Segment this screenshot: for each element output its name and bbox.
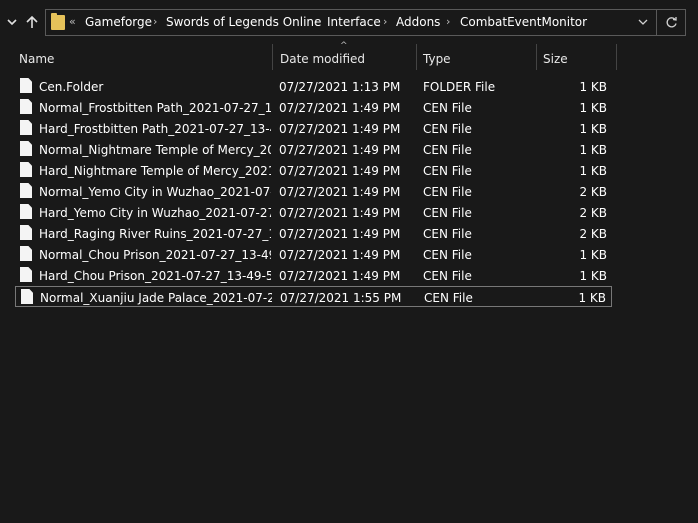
file-date-modified: 07/27/2021 1:55 PM: [280, 291, 402, 305]
file-date-modified: 07/27/2021 1:49 PM: [279, 269, 401, 283]
breadcrumb-separator[interactable]: ›: [383, 15, 387, 28]
file-type: CEN File: [423, 164, 472, 178]
file-name: Normal_Xuanjiu Jade Palace_2021-07-27_..…: [40, 291, 272, 305]
recent-locations-chevron-icon[interactable]: [2, 10, 22, 34]
address-bar[interactable]: « Gameforge › Swords of Legends Online ›…: [45, 9, 686, 36]
file-icon: [20, 141, 32, 156]
address-history-chevron-icon[interactable]: [635, 14, 651, 30]
file-size: 1 KB: [579, 164, 607, 178]
sort-ascending-icon: ^: [340, 41, 348, 51]
file-row[interactable]: Hard_Frostbitten Path_2021-07-27_13-49-.…: [15, 118, 612, 139]
file-row[interactable]: Hard_Nightmare Temple of Mercy_2021-... 0…: [15, 160, 612, 181]
file-type: CEN File: [423, 248, 472, 262]
file-size: 2 KB: [579, 227, 607, 241]
file-date-modified: 07/27/2021 1:49 PM: [279, 227, 401, 241]
file-date-modified: 07/27/2021 1:49 PM: [279, 143, 401, 157]
file-name: Hard_Chou Prison_2021-07-27_13-49-54....: [39, 269, 271, 283]
file-icon: [20, 183, 32, 198]
file-name: Hard_Frostbitten Path_2021-07-27_13-49-.…: [39, 122, 271, 136]
file-type: CEN File: [423, 101, 472, 115]
file-name: Normal_Chou Prison_2021-07-27_13-49-...: [39, 248, 271, 262]
file-size: 2 KB: [579, 206, 607, 220]
file-icon: [20, 99, 32, 114]
file-type: FOLDER File: [423, 80, 496, 94]
file-icon: [20, 78, 32, 93]
file-date-modified: 07/27/2021 1:49 PM: [279, 206, 401, 220]
column-divider[interactable]: [272, 44, 273, 70]
file-type: CEN File: [423, 227, 472, 241]
file-size: 1 KB: [579, 122, 607, 136]
file-name: Normal_Nightmare Temple of Mercy_202...: [39, 143, 271, 157]
file-row[interactable]: Hard_Chou Prison_2021-07-27_13-49-54....…: [15, 265, 612, 286]
file-size: 1 KB: [579, 269, 607, 283]
file-row[interactable]: Normal_Xuanjiu Jade Palace_2021-07-27_..…: [15, 286, 612, 307]
file-icon: [20, 225, 32, 240]
file-size: 1 KB: [578, 291, 606, 305]
file-date-modified: 07/27/2021 1:49 PM: [279, 185, 401, 199]
file-type: CEN File: [424, 291, 473, 305]
file-type: CEN File: [423, 206, 472, 220]
file-name: Cen.Folder: [39, 80, 104, 94]
file-size: 1 KB: [579, 248, 607, 262]
breadcrumb-separator[interactable]: ›: [314, 15, 318, 28]
file-icon: [20, 120, 32, 135]
file-name: Hard_Raging River Ruins_2021-07-27_13-..…: [39, 227, 271, 241]
file-type: CEN File: [423, 185, 472, 199]
column-header-name[interactable]: Name: [19, 52, 54, 66]
column-headers: Name ^ Date modified Type Size: [0, 41, 698, 70]
file-date-modified: 07/27/2021 1:13 PM: [279, 80, 401, 94]
breadcrumb-combateventmonitor[interactable]: CombatEventMonitor: [460, 15, 587, 29]
file-size: 1 KB: [579, 143, 607, 157]
file-name: Hard_Nightmare Temple of Mercy_2021-...: [39, 164, 271, 178]
file-size: 1 KB: [579, 101, 607, 115]
file-row[interactable]: Hard_Raging River Ruins_2021-07-27_13-..…: [15, 223, 612, 244]
file-row[interactable]: Normal_Chou Prison_2021-07-27_13-49-... 0…: [15, 244, 612, 265]
folder-icon: [51, 13, 65, 30]
file-icon: [20, 204, 32, 219]
file-date-modified: 07/27/2021 1:49 PM: [279, 122, 401, 136]
file-icon: [21, 289, 33, 304]
breadcrumb-separator[interactable]: ›: [446, 15, 450, 28]
breadcrumb-overflow[interactable]: «: [69, 15, 76, 28]
column-divider[interactable]: [536, 44, 537, 70]
file-name: Hard_Yemo City in Wuzhao_2021-07-27_...: [39, 206, 271, 220]
breadcrumb-swords-of-legends-online[interactable]: Swords of Legends Online: [166, 15, 321, 29]
breadcrumb-separator[interactable]: ›: [153, 15, 157, 28]
file-date-modified: 07/27/2021 1:49 PM: [279, 164, 401, 178]
file-icon: [20, 162, 32, 177]
file-row[interactable]: Hard_Yemo City in Wuzhao_2021-07-27_... 0…: [15, 202, 612, 223]
file-size: 2 KB: [579, 185, 607, 199]
file-icon: [20, 267, 32, 282]
file-type: CEN File: [423, 122, 472, 136]
file-name: Normal_Frostbitten Path_2021-07-27_13-..…: [39, 101, 271, 115]
address-bar-divider: [656, 10, 657, 35]
column-header-size[interactable]: Size: [543, 52, 568, 66]
breadcrumb-gameforge[interactable]: Gameforge: [85, 15, 152, 29]
column-header-type[interactable]: Type: [423, 52, 451, 66]
file-type: CEN File: [423, 269, 472, 283]
column-divider[interactable]: [616, 44, 617, 70]
file-row[interactable]: Normal_Frostbitten Path_2021-07-27_13-..…: [15, 97, 612, 118]
file-date-modified: 07/27/2021 1:49 PM: [279, 248, 401, 262]
file-name: Normal_Yemo City in Wuzhao_2021-07-2...: [39, 185, 271, 199]
breadcrumb-addons[interactable]: Addons: [396, 15, 440, 29]
file-row[interactable]: Normal_Yemo City in Wuzhao_2021-07-2... 0…: [15, 181, 612, 202]
file-row[interactable]: Cen.Folder 07/27/2021 1:13 PM FOLDER File 1…: [15, 76, 612, 97]
refresh-icon[interactable]: [663, 14, 679, 30]
column-header-date-modified[interactable]: Date modified: [280, 52, 365, 66]
breadcrumb-interface[interactable]: Interface: [327, 15, 381, 29]
column-divider[interactable]: [416, 44, 417, 70]
file-type: CEN File: [423, 143, 472, 157]
file-row[interactable]: Normal_Nightmare Temple of Mercy_202... 0…: [15, 139, 612, 160]
up-arrow-icon[interactable]: [22, 10, 42, 34]
navigation-bar: « Gameforge › Swords of Legends Online ›…: [0, 0, 698, 44]
file-size: 1 KB: [579, 80, 607, 94]
file-icon: [20, 246, 32, 261]
file-date-modified: 07/27/2021 1:49 PM: [279, 101, 401, 115]
